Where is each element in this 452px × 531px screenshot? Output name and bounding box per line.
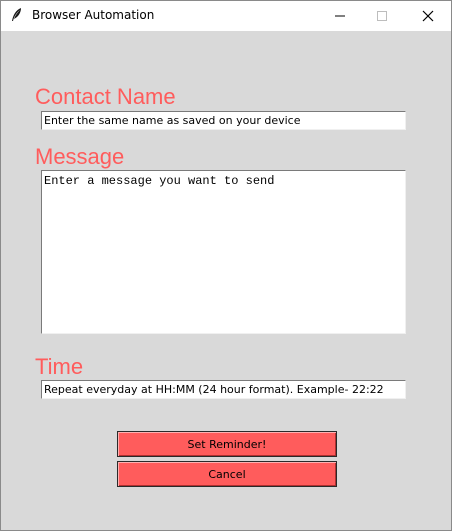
close-button[interactable]	[405, 1, 451, 30]
maximize-button[interactable]	[359, 1, 405, 30]
message-textarea[interactable]: Enter a message you want to send	[41, 170, 406, 334]
feather-icon	[10, 7, 24, 23]
contact-name-input[interactable]	[41, 111, 406, 130]
window-title: Browser Automation	[32, 8, 155, 22]
minimize-button[interactable]	[317, 1, 363, 30]
maximize-icon	[377, 11, 387, 21]
title-bar[interactable]: Browser Automation	[1, 1, 451, 31]
app-window: Browser Automation Contact Name Message …	[0, 0, 452, 531]
time-input[interactable]	[41, 380, 406, 399]
minimize-icon	[335, 15, 345, 17]
contact-name-label: Contact Name	[35, 84, 176, 109]
message-label: Message	[35, 144, 125, 169]
cancel-button[interactable]: Cancel	[117, 461, 337, 487]
time-label: Time	[35, 354, 84, 379]
close-icon	[422, 10, 434, 22]
set-reminder-button[interactable]: Set Reminder!	[117, 431, 337, 457]
